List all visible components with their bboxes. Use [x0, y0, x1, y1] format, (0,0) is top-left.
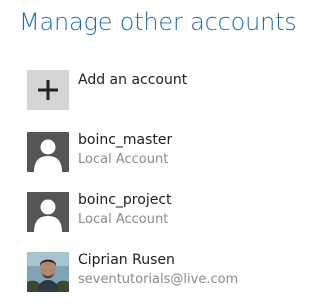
- page-title: Manage other accounts: [19, 8, 297, 36]
- add-account-button[interactable]: Add an account: [27, 70, 287, 114]
- plus-icon: [27, 70, 69, 110]
- manage-accounts-panel: Manage other accounts Add an account boi…: [0, 0, 297, 307]
- user-photo: [27, 252, 69, 292]
- user-silhouette-icon: [27, 132, 69, 172]
- account-name: boinc_master: [78, 132, 173, 148]
- account-name: boinc_project: [78, 192, 172, 208]
- account-type: Local Account: [78, 152, 169, 167]
- account-name: Ciprian Rusen: [78, 252, 175, 268]
- user-silhouette-icon: [27, 192, 69, 232]
- account-item-ciprian-rusen[interactable]: Ciprian Rusen seventutorials@live.com: [27, 252, 287, 296]
- account-type: Local Account: [78, 212, 169, 227]
- add-account-label: Add an account: [78, 72, 188, 88]
- account-email: seventutorials@live.com: [78, 272, 239, 287]
- account-item-boinc-project[interactable]: boinc_project Local Account: [27, 192, 287, 236]
- account-item-boinc-master[interactable]: boinc_master Local Account: [27, 132, 287, 176]
